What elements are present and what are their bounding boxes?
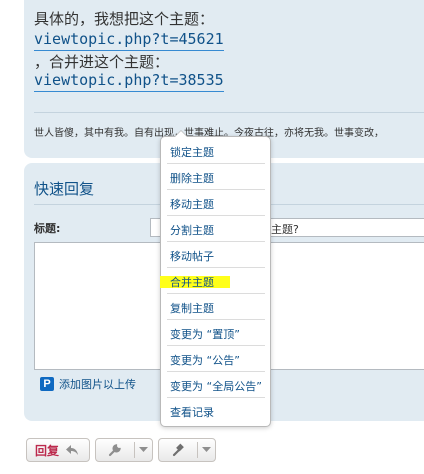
menu-separator [167,215,265,216]
menu-item-make-sticky[interactable]: 变更为 “置顶” [170,326,240,342]
moderator-tools-button[interactable] [158,438,216,462]
signature-divider [34,112,424,113]
chevron-down-icon[interactable] [135,447,152,453]
post-link-2[interactable]: viewtopic.php?t=38535 [34,71,224,92]
gavel-icon[interactable] [159,439,197,461]
reply-arrow-icon [65,444,79,456]
menu-item-view-logs[interactable]: 查看记录 [170,404,214,420]
tools-button[interactable] [95,438,153,462]
menu-separator [167,293,265,294]
post-text-line-2: ，合并进这个主题： [34,53,170,71]
menu-item-move-posts[interactable]: 移动帖子 [170,248,214,264]
menu-separator [167,319,265,320]
menu-item-move-topic[interactable]: 移动主题 [170,196,214,212]
menu-item-merge-topic[interactable]: 合并主题 [170,274,214,290]
menu-separator [167,397,265,398]
attach-image-link[interactable]: P 添加图片以上传 [40,376,136,392]
reply-button[interactable]: 回复 [26,438,90,462]
menu-separator [167,241,265,242]
menu-item-make-global-announcement[interactable]: 变更为 “全局公告” [170,378,262,394]
wrench-icon[interactable] [96,439,134,461]
attach-image-label: 添加图片以上传 [59,378,136,391]
menu-separator [167,267,265,268]
post-link-1[interactable]: viewtopic.php?t=45621 [34,30,224,51]
menu-separator [167,345,265,346]
menu-item-copy-topic[interactable]: 复制主题 [170,300,214,316]
subject-label: 标题: [34,222,61,235]
post-text-line-1: 具体的，我想把这个主题： [34,10,215,28]
chevron-down-icon[interactable] [198,447,215,453]
menu-item-delete-topic[interactable]: 删除主题 [170,170,214,186]
dropdown-pointer-fill [175,131,187,137]
image-upload-icon: P [40,377,54,391]
menu-separator [167,163,265,164]
menu-separator [167,189,265,190]
menu-separator [167,371,265,372]
reply-button-label: 回复 [35,443,60,458]
menu-item-lock-topic[interactable]: 锁定主题 [170,144,214,160]
menu-item-make-announcement[interactable]: 变更为 “公告” [170,352,240,368]
menu-item-split-topic[interactable]: 分割主题 [170,222,214,238]
quick-reply-title: 快速回复 [34,180,95,198]
